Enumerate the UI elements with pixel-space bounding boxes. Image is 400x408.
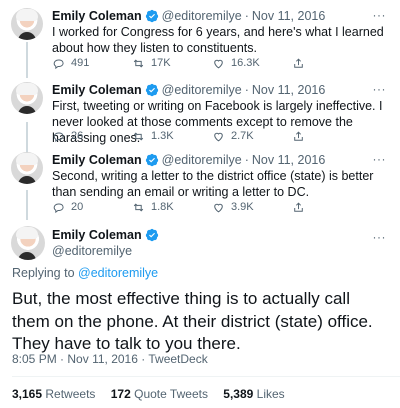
- retweets-count: 3,165: [12, 387, 43, 401]
- author-name[interactable]: Emily Coleman: [52, 152, 142, 168]
- separator-dot: ·: [141, 352, 146, 366]
- author-name[interactable]: Emily Coleman: [52, 8, 142, 24]
- tweet-time[interactable]: 8:05 PM: [12, 352, 57, 366]
- share-icon: [294, 57, 303, 68]
- replying-prefix: Replying to: [12, 266, 75, 280]
- reply-button[interactable]: 20: [52, 201, 132, 214]
- thread-tweet[interactable]: Emily Coleman @editoremilye · Nov 11, 20…: [0, 152, 400, 214]
- tweet-meta: 8:05 PM · Nov 11, 2016 · TweetDeck: [12, 352, 208, 366]
- reply-icon: [53, 131, 64, 142]
- reply-icon: [53, 58, 64, 69]
- likes-count: 5,389: [223, 387, 254, 401]
- like-icon: [214, 132, 223, 141]
- tweet-stats: 3,165 Retweets 172 Quote Tweets 5,389 Li…: [12, 387, 297, 401]
- avatar[interactable]: [11, 82, 43, 114]
- retweet-button[interactable]: 17K: [132, 57, 212, 70]
- verified-badge-icon: [145, 9, 158, 23]
- author-name[interactable]: Emily Coleman: [52, 228, 142, 242]
- quote-tweets-stat[interactable]: 172 Quote Tweets: [111, 387, 212, 401]
- reply-count: 20: [71, 201, 84, 213]
- more-icon[interactable]: ···: [373, 152, 387, 166]
- like-count: 3.9K: [231, 201, 254, 213]
- verified-badge-icon: [145, 228, 158, 242]
- retweet-count: 17K: [151, 57, 171, 69]
- retweets-label: Retweets: [45, 387, 96, 401]
- tweet-date[interactable]: Nov 11, 2016: [252, 152, 325, 168]
- likes-stat[interactable]: 5,389 Likes: [223, 387, 284, 401]
- reply-count: 491: [71, 57, 90, 69]
- like-icon: [214, 59, 223, 68]
- divider: [12, 376, 400, 377]
- verified-badge-icon: [145, 83, 158, 97]
- retweets-stat[interactable]: 3,165 Retweets: [12, 387, 99, 401]
- reply-button[interactable]: 491: [52, 57, 132, 70]
- tweet-actions: 491 17K 16.3K: [52, 55, 352, 71]
- more-icon[interactable]: ···: [373, 8, 387, 22]
- quote-tweets-count: 172: [110, 387, 131, 401]
- tweet-text: Second, writing a letter to the district…: [52, 169, 374, 199]
- reply-count: 26: [71, 130, 84, 142]
- more-icon[interactable]: ···: [373, 230, 387, 244]
- share-button[interactable]: [292, 57, 312, 70]
- verified-badge-icon: [145, 153, 158, 167]
- share-icon: [294, 130, 303, 141]
- reply-button[interactable]: 26: [52, 130, 132, 143]
- main-avatar[interactable]: [11, 226, 45, 260]
- main-tweet-text: But, the most effective thing is to actu…: [12, 289, 373, 353]
- replying-to-link[interactable]: @editoremilye: [78, 266, 158, 280]
- like-button[interactable]: 16.3K: [212, 57, 292, 70]
- main-author-handle[interactable]: @editoremilye: [52, 244, 132, 258]
- like-icon: [214, 203, 223, 212]
- author-name[interactable]: Emily Coleman: [52, 82, 142, 98]
- tweet-header: Emily Coleman @editoremilye · Nov 11, 20…: [52, 8, 325, 24]
- share-button[interactable]: [292, 130, 312, 143]
- thread-tweet[interactable]: Emily Coleman @editoremilye · Nov 11, 20…: [0, 8, 400, 70]
- like-count: 16.3K: [231, 57, 260, 69]
- separator-dot: ·: [60, 352, 65, 366]
- separator-dot: ·: [244, 9, 249, 23]
- likes-label: Likes: [256, 387, 285, 401]
- quote-tweets-label: Quote Tweets: [134, 387, 208, 401]
- tweet-source[interactable]: TweetDeck: [148, 352, 207, 366]
- retweet-icon: [133, 132, 144, 140]
- author-handle[interactable]: @editoremilye: [162, 152, 242, 168]
- main-author-name[interactable]: Emily Coleman: [52, 228, 162, 242]
- reply-icon: [53, 202, 64, 213]
- tweet-date[interactable]: Nov 11, 2016: [252, 82, 325, 98]
- tweet-header: Emily Coleman @editoremilye · Nov 11, 20…: [52, 82, 325, 98]
- thread-tweet[interactable]: Emily Coleman @editoremilye · Nov 11, 20…: [0, 82, 400, 145]
- retweet-icon: [133, 203, 144, 211]
- tweet-text: I worked for Congress for 6 years, and h…: [52, 25, 384, 55]
- like-count: 2.7K: [231, 130, 254, 142]
- author-handle[interactable]: @editoremilye: [162, 82, 242, 98]
- avatar[interactable]: [11, 8, 43, 40]
- like-button[interactable]: 2.7K: [212, 130, 292, 143]
- retweet-count: 1.3K: [151, 130, 174, 142]
- tweet-actions: 20 1.8K 3.9K: [52, 199, 352, 215]
- retweet-icon: [133, 59, 144, 67]
- share-icon: [294, 201, 303, 212]
- retweet-button[interactable]: 1.8K: [132, 201, 212, 214]
- like-button[interactable]: 3.9K: [212, 201, 292, 214]
- tweet-date[interactable]: Nov 11, 2016: [67, 352, 138, 366]
- more-icon[interactable]: ···: [373, 82, 387, 96]
- separator-dot: ·: [244, 83, 249, 97]
- tweet-date[interactable]: Nov 11, 2016: [252, 8, 325, 24]
- tweet-actions: 26 1.3K 2.7K: [52, 128, 352, 144]
- avatar[interactable]: [11, 152, 43, 184]
- retweet-count: 1.8K: [151, 201, 174, 213]
- retweet-button[interactable]: 1.3K: [132, 130, 212, 143]
- share-button[interactable]: [292, 201, 312, 214]
- author-handle[interactable]: @editoremilye: [162, 8, 242, 24]
- replying-to: Replying to @editoremilye: [12, 266, 158, 280]
- tweet-header: Emily Coleman @editoremilye · Nov 11, 20…: [52, 152, 325, 168]
- separator-dot: ·: [244, 153, 249, 167]
